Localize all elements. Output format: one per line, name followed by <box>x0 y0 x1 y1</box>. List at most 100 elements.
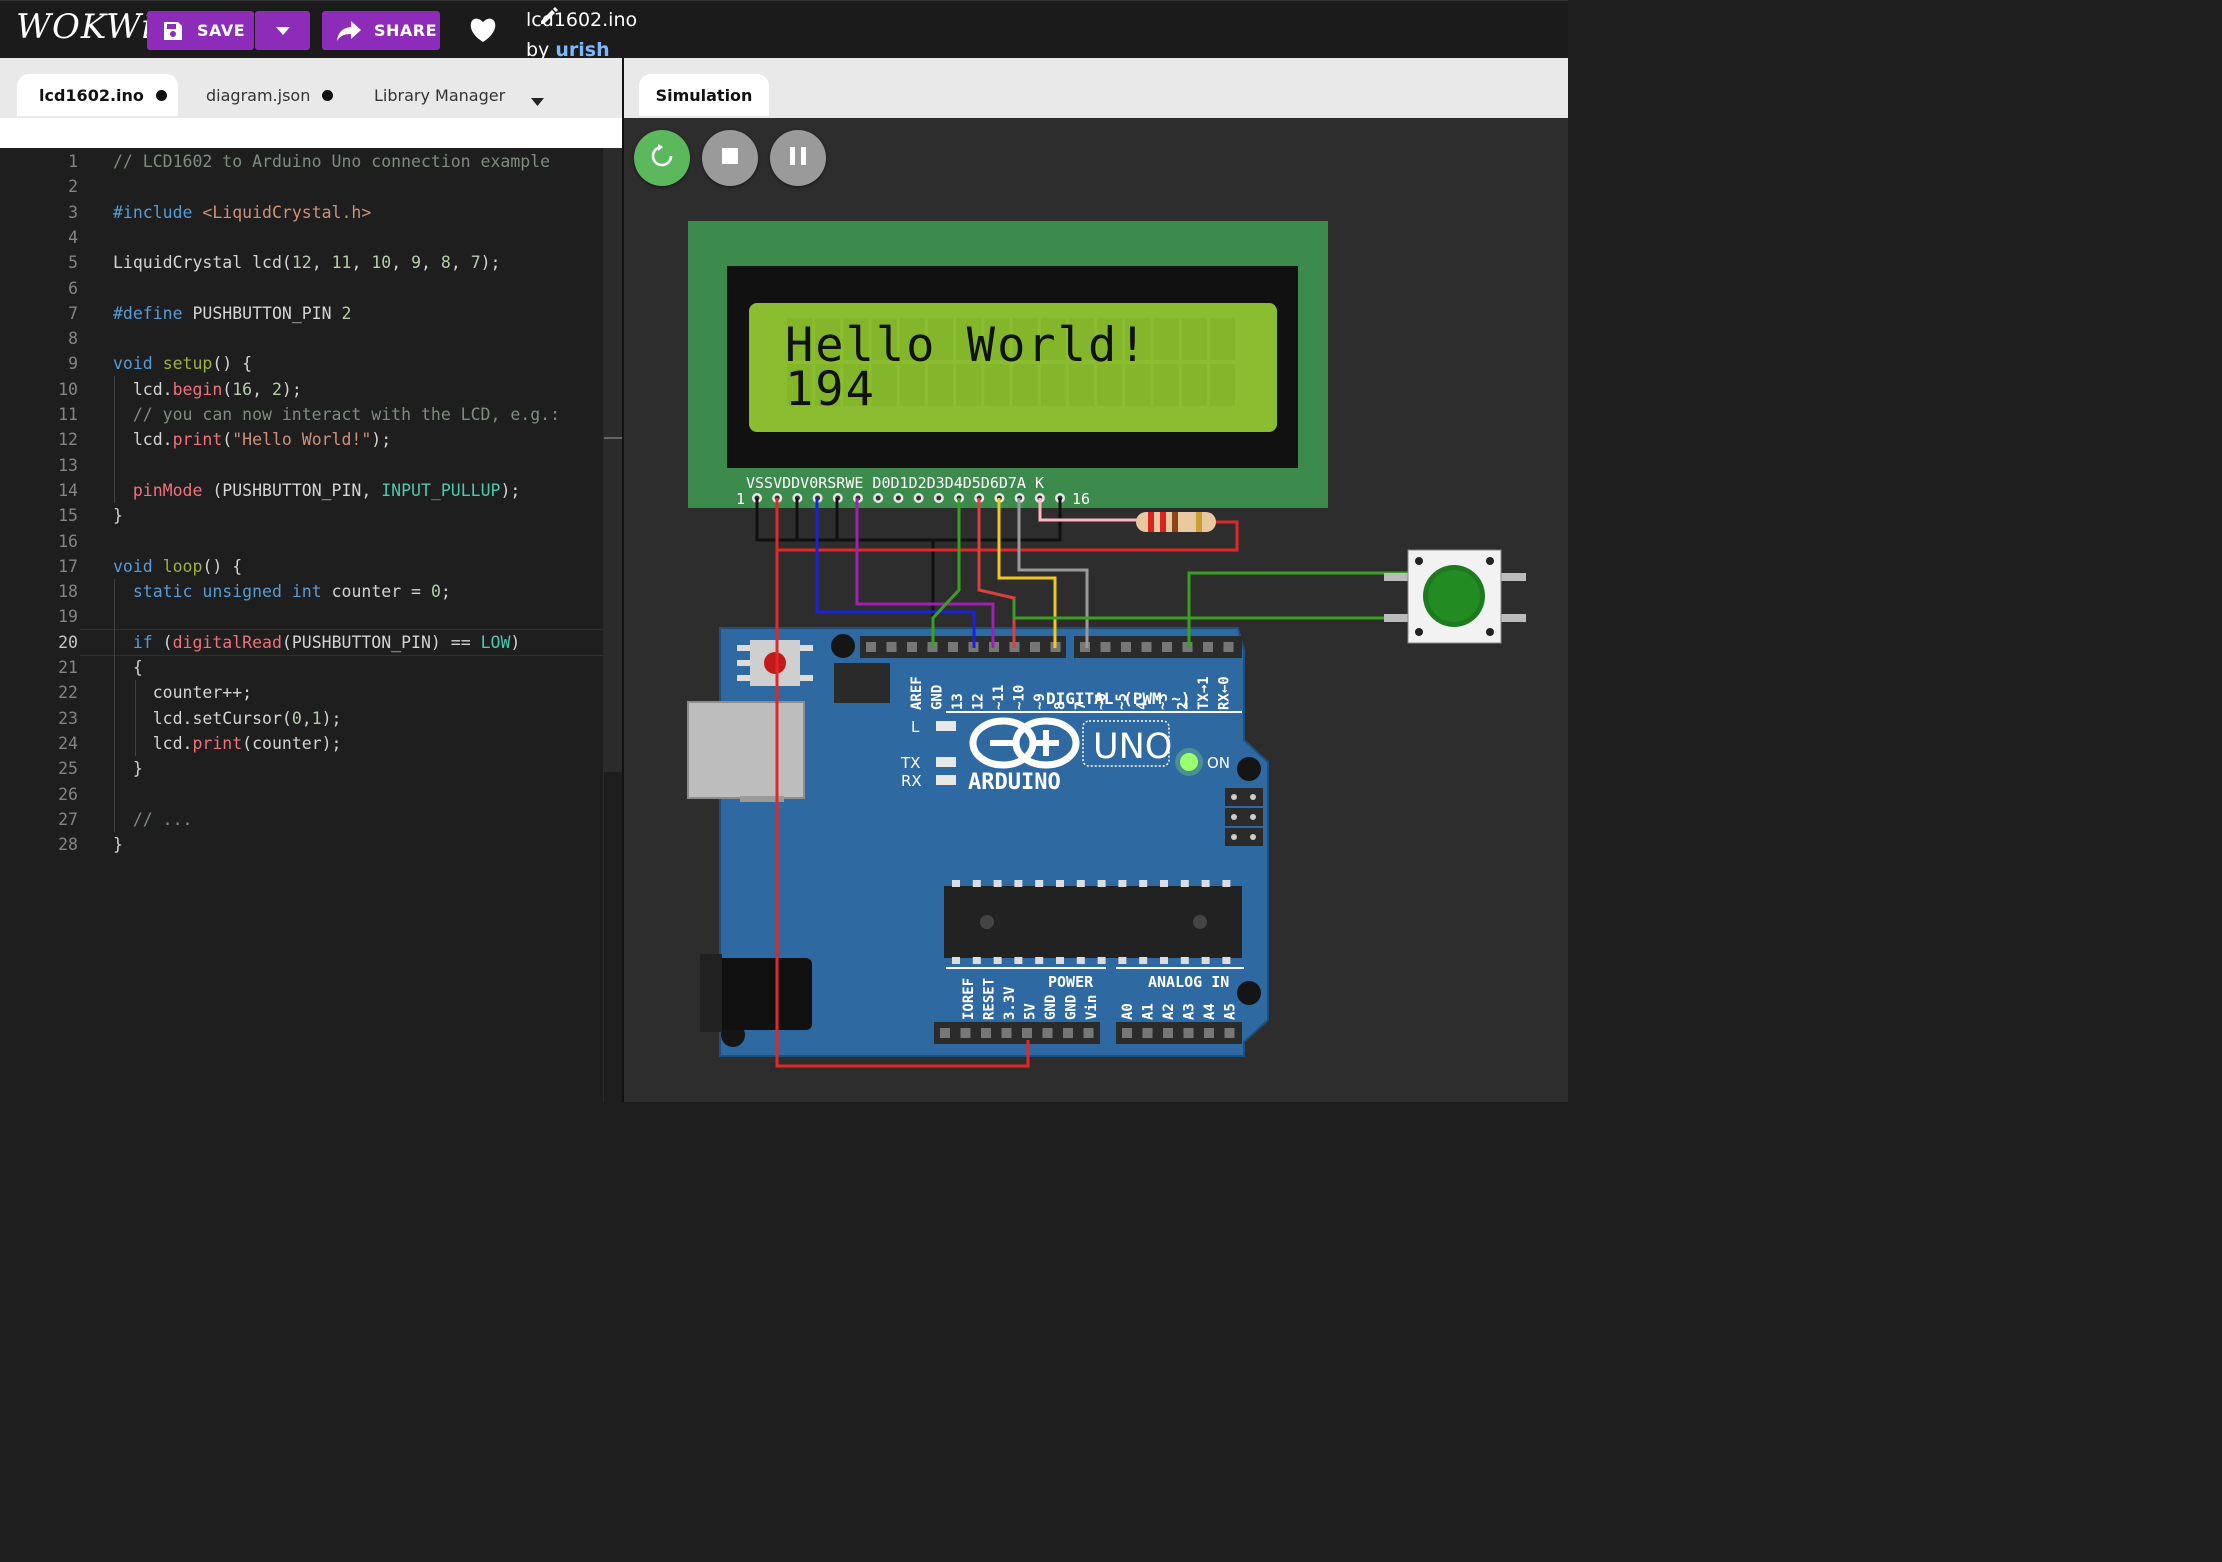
led-rx <box>936 775 956 785</box>
code-text: { <box>113 658 143 677</box>
code-text: counter++; <box>113 683 253 703</box>
line-number: 4 <box>68 227 78 247</box>
tab-lcd1602-ino[interactable]: lcd1602.ino <box>17 74 178 116</box>
circuit-diagram: AREF GND 13 12 ~11 ~10 ~9 8 7 ~6 ~5 4 ~3 2 TX→1 RX←0 IO… <box>687 221 1526 1068</box>
digital-header-right <box>1074 636 1242 658</box>
line-number: 8 <box>68 329 78 349</box>
save-button[interactable]: SAVE <box>147 11 254 50</box>
code-text: #define PUSHBUTTON_PIN 2 <box>113 303 352 323</box>
line-number: 6 <box>68 278 78 298</box>
power-label: POWER <box>1048 973 1094 991</box>
wokwi-logo[interactable]: WOKWi <box>16 7 153 47</box>
arduino-uno-board[interactable]: AREF GND 13 12 ~11 ~10 ~9 8 7 ~6 ~5 4 ~3 2 TX→1 RX←0 IO… <box>687 627 1269 1057</box>
code-line[interactable]: 8 <box>0 329 622 354</box>
code-editor[interactable]: 1 // LCD1602 to Arduino Uno connection ex… <box>0 148 622 1102</box>
save-label: SAVE <box>197 21 246 40</box>
pin-label: A5 <box>1223 1003 1239 1020</box>
code-line[interactable]: 22 counter++; <box>0 683 622 708</box>
code-line[interactable]: 25 } <box>0 759 622 784</box>
lcd-pin-labels: VSSVDDV0RSRWE D0D1D2D3D4D5D6D7A K <box>746 474 1044 492</box>
line-number: 2 <box>68 177 78 197</box>
code-line[interactable]: 26 <box>0 785 622 810</box>
code-line[interactable]: 10 lcd.begin(16, 2); <box>0 380 622 405</box>
simulation-tab-bar: Simulation <box>624 58 1568 118</box>
wire-rs[interactable] <box>815 498 976 648</box>
line-number: 21 <box>58 658 78 677</box>
led-rx-label: RX <box>901 772 922 790</box>
line-number: 20 <box>58 632 78 652</box>
code-line[interactable]: 9 void setup() { <box>0 354 622 379</box>
code-line[interactable]: 12 lcd.print("Hello World!"); <box>0 430 622 455</box>
code-line[interactable]: 18 static unsigned int counter = 0; <box>0 582 622 607</box>
code-line[interactable]: 27 // ... <box>0 810 622 835</box>
pencil-icon[interactable] <box>538 5 560 36</box>
line-number: 10 <box>58 379 78 399</box>
pin-label: ~10 <box>1012 685 1028 710</box>
line-number: 14 <box>58 480 78 500</box>
code-line[interactable]: 21 { <box>0 658 622 683</box>
save-options-dropdown[interactable] <box>255 11 310 50</box>
unsaved-dot-icon <box>322 89 334 101</box>
code-line[interactable]: 20 if (digitalRead(PUSHBUTTON_PIN) == LO… <box>0 633 622 658</box>
tab-diagram-json[interactable]: diagram.json <box>188 74 338 116</box>
lcd-pin-16-label: 16 <box>1072 490 1090 508</box>
tab-label: Simulation <box>655 85 753 105</box>
line-number: 5 <box>68 253 78 273</box>
resistor[interactable] <box>1136 512 1216 532</box>
top-bar: WOKWi SAVE SHARE lcd1602.ino by urish <box>0 0 1568 61</box>
code-line[interactable]: 19 <box>0 607 622 632</box>
led-l <box>936 721 956 731</box>
scrollbar-thumb[interactable] <box>604 148 623 772</box>
code-line[interactable]: 1 // LCD1602 to Arduino Uno connection ex… <box>0 152 622 177</box>
line-number: 18 <box>58 582 78 602</box>
code-line[interactable]: 16 <box>0 532 622 557</box>
icsp-header <box>834 663 890 703</box>
code-text: } <box>113 759 143 779</box>
code-line[interactable]: 14 pinMode (PUSHBUTTON_PIN, INPUT_PULLUP… <box>0 481 622 506</box>
pin-label: A2 <box>1161 1003 1177 1020</box>
power-header <box>934 1022 1100 1044</box>
line-number: 16 <box>58 531 78 551</box>
code-line[interactable]: 23 lcd.setCursor(0,1); <box>0 709 622 734</box>
editor-toolbar-strip <box>0 118 622 148</box>
tabs-overflow-caret-icon[interactable] <box>531 91 544 110</box>
code-line[interactable]: 4 <box>0 228 622 253</box>
code-text: LiquidCrystal lcd(12, 11, 10, 9, 8, 7); <box>113 253 501 273</box>
share-label: SHARE <box>374 21 438 40</box>
pin-label: ~11 <box>991 685 1007 710</box>
lcd1602-display[interactable]: Hello World! 194 VSSVDDV0RSRWE D0D1D2D3D… <box>688 221 1328 508</box>
project-title-block: lcd1602.ino by urish <box>526 5 637 65</box>
tab-simulation[interactable]: Simulation <box>639 74 769 116</box>
code-line[interactable]: 17 void loop() { <box>0 557 622 582</box>
code-line[interactable]: 3 #include <LiquidCrystal.h> <box>0 203 622 228</box>
code-line[interactable]: 5 LiquidCrystal lcd(12, 11, 10, 9, 8, 7); <box>0 253 622 278</box>
code-text: lcd.print("Hello World!"); <box>113 430 392 450</box>
code-line[interactable]: 11 // you can now interact with the LCD,… <box>0 405 622 430</box>
code-line[interactable]: 7 #define PUSHBUTTON_PIN 2 <box>0 304 622 329</box>
code-line[interactable]: 2 <box>0 177 622 202</box>
wire-button[interactable] <box>1012 600 1408 620</box>
code-text: #include <LiquidCrystal.h> <box>113 202 372 222</box>
code-text: void setup() { <box>113 354 253 374</box>
code-line[interactable]: 28} <box>0 835 622 860</box>
code-line[interactable]: 13 <box>0 456 622 481</box>
share-button[interactable]: SHARE <box>322 11 440 50</box>
tab-library-manager[interactable]: Library Manager <box>357 74 557 116</box>
heart-icon[interactable] <box>468 17 498 47</box>
line-number: 27 <box>58 809 78 829</box>
pushbutton[interactable] <box>1384 549 1526 644</box>
caret-down-icon <box>275 26 290 35</box>
pin-label: Vin <box>1084 995 1100 1020</box>
led-l-label: L <box>911 718 920 736</box>
line-number: 13 <box>58 455 78 475</box>
code-line[interactable]: 24 lcd.print(counter); <box>0 734 622 759</box>
code-line[interactable]: 15} <box>0 506 622 531</box>
code-text: // you can now interact with the LCD, e.… <box>113 405 561 424</box>
digital-pwm-label: DIGITAL (PWM ~) <box>1046 689 1191 708</box>
on-label: ON <box>1207 754 1230 772</box>
code-text: pinMode (PUSHBUTTON_PIN, INPUT_PULLUP); <box>132 480 521 500</box>
tab-label: diagram.json <box>206 85 311 105</box>
editor-scrollbar[interactable] <box>603 148 623 1102</box>
pin-label: 13 <box>950 693 966 710</box>
code-line[interactable]: 6 <box>0 279 622 304</box>
